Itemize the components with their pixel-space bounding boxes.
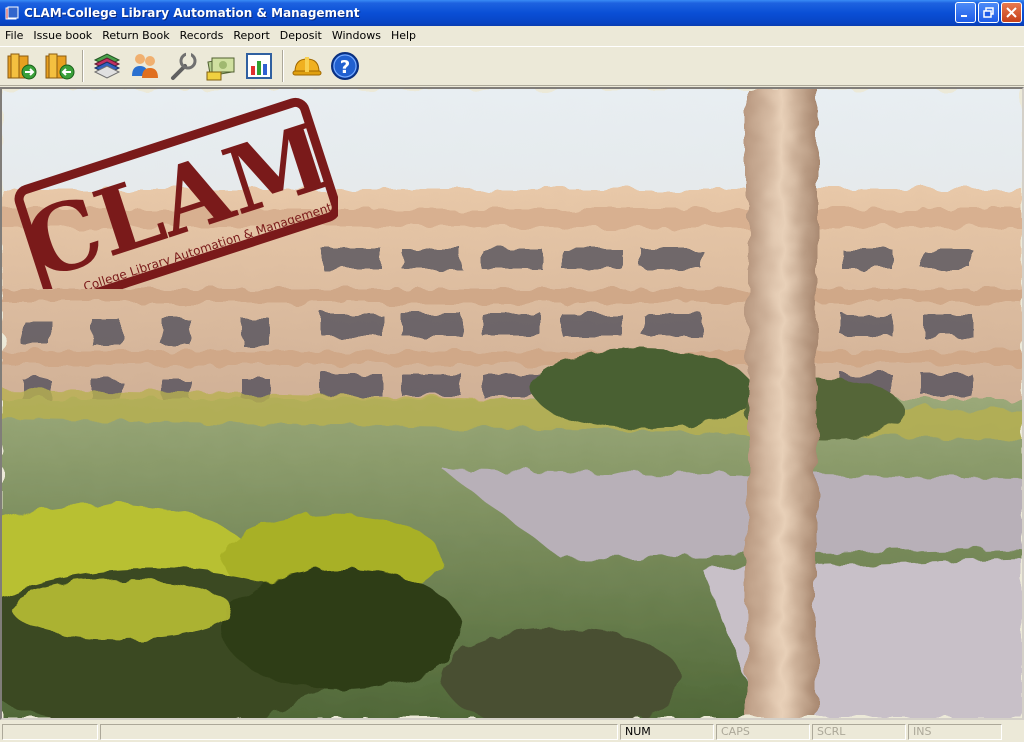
minimize-button[interactable]	[955, 2, 976, 23]
status-bar: NUM CAPS SCRL INS	[0, 722, 1024, 742]
close-icon	[1006, 7, 1017, 18]
issue-books-icon	[7, 53, 37, 80]
menu-file[interactable]: File	[0, 26, 28, 45]
restore-icon	[983, 7, 994, 18]
book-records-button[interactable]	[88, 48, 126, 84]
report-chart-icon	[246, 53, 272, 79]
window-title: CLAM-College Library Automation & Manage…	[24, 6, 360, 20]
deposit-icon	[206, 57, 235, 81]
menu-report[interactable]: Report	[228, 26, 274, 45]
construction-button[interactable]	[288, 48, 326, 84]
main-workspace: CLAM College Library Automation & Manage…	[0, 87, 1024, 720]
status-panel-1	[2, 724, 98, 740]
restore-button[interactable]	[978, 2, 999, 23]
close-button[interactable]	[1001, 2, 1022, 23]
menu-records[interactable]: Records	[175, 26, 229, 45]
menu-bar: File Issue book Return Book Records Repo…	[0, 26, 1024, 45]
status-num: NUM	[620, 724, 714, 740]
menu-issue-book[interactable]: Issue book	[28, 26, 97, 45]
issue-books-button[interactable]	[2, 48, 40, 84]
toolbar-separator	[282, 50, 284, 82]
status-panel-2	[100, 724, 618, 740]
construction-helmet-icon	[292, 57, 322, 76]
report-button[interactable]	[240, 48, 278, 84]
minimize-icon	[961, 15, 967, 17]
tools-button[interactable]	[164, 48, 202, 84]
clam-logo: CLAM College Library Automation & Manage…	[12, 97, 338, 289]
app-icon	[5, 6, 19, 20]
toolbar-separator	[82, 50, 84, 82]
help-icon: ?	[331, 52, 359, 80]
status-scrl: SCRL	[812, 724, 906, 740]
menu-windows[interactable]: Windows	[327, 26, 386, 45]
toolbar: ?	[0, 46, 1024, 86]
book-records-icon	[93, 53, 121, 79]
menu-help[interactable]: Help	[386, 26, 421, 45]
return-books-icon	[45, 53, 75, 80]
status-caps: CAPS	[716, 724, 810, 740]
deposit-button[interactable]	[202, 48, 240, 84]
svg-text:?: ?	[340, 57, 350, 78]
status-ins: INS	[908, 724, 1002, 740]
members-icon	[132, 54, 158, 78]
menu-deposit[interactable]: Deposit	[275, 26, 327, 45]
help-button[interactable]: ?	[326, 48, 364, 84]
menu-return-book[interactable]: Return Book	[97, 26, 174, 45]
return-books-button[interactable]	[40, 48, 78, 84]
tools-icon	[171, 52, 197, 80]
title-bar[interactable]: CLAM-College Library Automation & Manage…	[0, 0, 1024, 26]
members-button[interactable]	[126, 48, 164, 84]
